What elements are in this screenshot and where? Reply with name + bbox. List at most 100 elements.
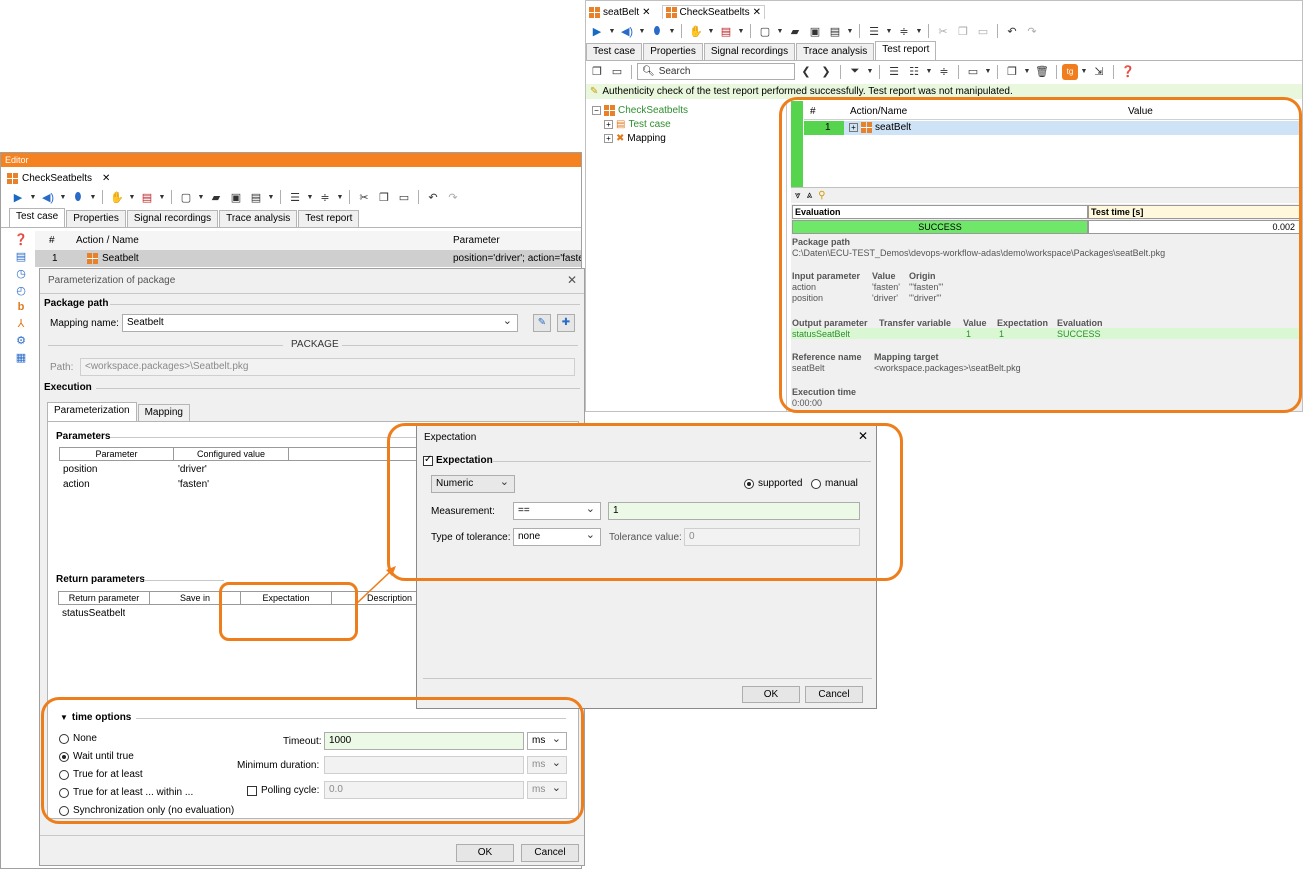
chevron-down-icon[interactable]: ▼: [776, 23, 784, 39]
chevron-down-icon[interactable]: ▼: [737, 23, 745, 39]
save-icon[interactable]: ▣: [806, 23, 824, 39]
edit-mapping-icon[interactable]: ✎: [533, 314, 551, 332]
chevron-down-icon[interactable]: ▼: [915, 23, 923, 39]
open-folder-icon[interactable]: ▰: [207, 189, 225, 205]
new-file-icon[interactable]: ▢: [756, 23, 774, 39]
chevron-down-icon[interactable]: ▼: [128, 189, 136, 205]
chevron-left-icon[interactable]: ❮: [797, 64, 815, 80]
close-icon[interactable]: ✕: [753, 7, 761, 18]
tree-item-test-case[interactable]: + ▤ Test case: [604, 117, 688, 131]
import-icon[interactable]: ⇲: [1090, 64, 1108, 80]
param-row-action-value[interactable]: 'fasten': [178, 479, 209, 490]
doc-tab-checkseatbelts[interactable]: CheckSeatbelts ✕: [661, 5, 765, 19]
save-as-icon[interactable]: ▤: [247, 189, 265, 205]
param-row-action-name[interactable]: action: [63, 479, 90, 490]
stopwatch-icon[interactable]: ◴: [16, 284, 26, 297]
tree-item-mapping[interactable]: + ✖ Mapping: [604, 131, 688, 145]
ok-button[interactable]: OK: [742, 686, 800, 703]
tab-test-report[interactable]: Test report: [298, 210, 360, 227]
paste-icon[interactable]: ▭: [974, 23, 992, 39]
network-icon[interactable]: ⅄: [18, 317, 25, 330]
ok-button[interactable]: OK: [456, 844, 514, 862]
tab-properties[interactable]: Properties: [643, 43, 703, 60]
doc-tab-seatbelt[interactable]: seatBelt ✕: [586, 6, 654, 18]
speaker-icon[interactable]: ◀): [618, 23, 636, 39]
expand-icon[interactable]: +: [604, 119, 613, 129]
tab-properties[interactable]: Properties: [66, 210, 126, 227]
expand-all-icon[interactable]: ☰: [885, 64, 903, 80]
chevron-down-icon[interactable]: ▼: [158, 189, 166, 205]
editor-doc-tab[interactable]: CheckSeatbelts ✕: [7, 169, 110, 187]
presentation-icon[interactable]: ▦: [16, 351, 26, 364]
undo-icon[interactable]: ↶: [1003, 23, 1021, 39]
param-row-position-name[interactable]: position: [63, 464, 97, 475]
align-icon[interactable]: ☰: [865, 23, 883, 39]
clipboard-icon[interactable]: ▤: [16, 250, 26, 263]
paste-icon[interactable]: ▭: [395, 189, 413, 205]
chevron-down-icon[interactable]: ▼: [306, 189, 314, 205]
tree-root[interactable]: − CheckSeatbelts: [592, 103, 688, 117]
delete-icon[interactable]: 🗑︎: [1033, 64, 1051, 80]
debug-icon[interactable]: ⬮: [69, 189, 87, 205]
chevron-right-icon[interactable]: ❯: [817, 64, 835, 80]
chevron-down-icon[interactable]: ▼: [336, 189, 344, 205]
chevron-down-icon[interactable]: ▼: [925, 64, 933, 80]
tab-mapping[interactable]: Mapping: [137, 404, 190, 421]
copy-icon[interactable]: ❐: [954, 23, 972, 39]
expand-icon[interactable]: +: [604, 133, 613, 143]
chevron-down-icon[interactable]: ▼: [638, 23, 646, 39]
save-icon[interactable]: ▣: [227, 189, 245, 205]
chevron-down-icon[interactable]: ▼: [608, 23, 616, 39]
cut-icon[interactable]: ✂: [355, 189, 373, 205]
chevron-down-icon[interactable]: ▼: [89, 189, 97, 205]
mapping-name-select[interactable]: Seatbelt: [122, 314, 518, 332]
b-logo-icon[interactable]: b: [18, 301, 25, 313]
chevron-down-icon[interactable]: ▼: [846, 23, 854, 39]
redo-icon[interactable]: ↷: [444, 189, 462, 205]
tab-signal-recordings[interactable]: Signal recordings: [126, 210, 219, 227]
help-icon[interactable]: ❓: [14, 233, 28, 246]
chevron-down-icon[interactable]: ▼: [197, 189, 205, 205]
collapse-icon[interactable]: ≑: [935, 64, 953, 80]
chevron-down-icon[interactable]: ▼: [707, 23, 715, 39]
speaker-icon[interactable]: ◀): [39, 189, 57, 205]
chevron-down-icon[interactable]: ▼: [29, 189, 37, 205]
distribute-icon[interactable]: ≑: [316, 189, 334, 205]
export-icon[interactable]: ❐: [1003, 64, 1021, 80]
align-icon[interactable]: ☰: [286, 189, 304, 205]
tab-trace-analysis[interactable]: Trace analysis: [796, 43, 875, 60]
undo-icon[interactable]: ↶: [424, 189, 442, 205]
tab-test-report[interactable]: Test report: [875, 41, 937, 60]
cancel-button[interactable]: Cancel: [521, 844, 579, 862]
chevron-down-icon[interactable]: ▼: [866, 64, 874, 80]
close-icon[interactable]: ✕: [567, 273, 577, 287]
redo-icon[interactable]: ↷: [1023, 23, 1041, 39]
tab-trace-analysis[interactable]: Trace analysis: [219, 210, 298, 227]
return-row-name[interactable]: statusSeatbelt: [62, 608, 125, 619]
settings-icon[interactable]: ⚙: [16, 334, 26, 347]
cancel-button[interactable]: Cancel: [805, 686, 863, 703]
close-icon[interactable]: ✕: [642, 7, 650, 18]
tab-signal-recordings[interactable]: Signal recordings: [703, 43, 796, 60]
copy-icon[interactable]: ❐: [375, 189, 393, 205]
play-icon[interactable]: ▶: [588, 23, 606, 39]
table-row[interactable]: 1 Seatbelt position='driver'; action='fa…: [35, 251, 581, 267]
play-icon[interactable]: ▶: [9, 189, 27, 205]
help-icon[interactable]: ❓: [1119, 64, 1137, 80]
close-icon[interactable]: ✕: [102, 173, 110, 184]
chevron-down-icon[interactable]: ▼: [1023, 64, 1031, 80]
cut-icon[interactable]: ✂: [934, 23, 952, 39]
window-icon[interactable]: ▭: [964, 64, 982, 80]
filter-icon[interactable]: ⏷: [846, 64, 864, 80]
chevron-down-icon[interactable]: ▼: [1080, 64, 1088, 80]
flag-icon[interactable]: ▤: [717, 23, 735, 39]
add-mapping-icon[interactable]: ✚: [557, 314, 575, 332]
chevron-down-icon[interactable]: ▼: [885, 23, 893, 39]
tg-icon[interactable]: tg: [1062, 63, 1078, 80]
chevron-down-icon[interactable]: ▼: [267, 189, 275, 205]
tab-test-case[interactable]: Test case: [586, 43, 643, 60]
new-file-icon[interactable]: ▢: [177, 189, 195, 205]
save-as-icon[interactable]: ▤: [826, 23, 844, 39]
collapse-icon[interactable]: −: [592, 105, 601, 115]
tab-parameterization[interactable]: Parameterization: [47, 402, 137, 421]
